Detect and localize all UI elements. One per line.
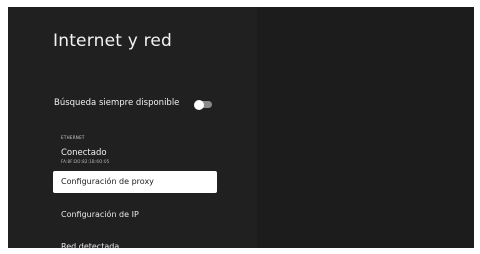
ethernet-section-label: ETHERNET [61,135,85,140]
detected-network-item[interactable]: Red detectada [53,236,217,248]
always-scan-label: Búsqueda siempre disponible [54,98,180,108]
always-scan-toggle-row[interactable]: Búsqueda siempre disponible [53,97,223,113]
switch-knob [194,99,204,110]
tv-settings-screen: Internet y red Búsqueda siempre disponib… [8,7,474,248]
connection-status: Conectado [61,148,107,158]
ip-settings-item[interactable]: Configuración de IP [53,204,217,226]
settings-panel: Internet y red Búsqueda siempre disponib… [8,7,257,248]
ethernet-status: Conectado FA:8F:DO:82:1B:6O:05 [61,148,109,164]
page-title: Internet y red [53,31,173,51]
always-scan-switch[interactable] [194,99,212,110]
mac-address: FA:8F:DO:82:1B:6O:05 [61,159,110,164]
proxy-settings-item[interactable]: Configuración de proxy [53,171,217,193]
